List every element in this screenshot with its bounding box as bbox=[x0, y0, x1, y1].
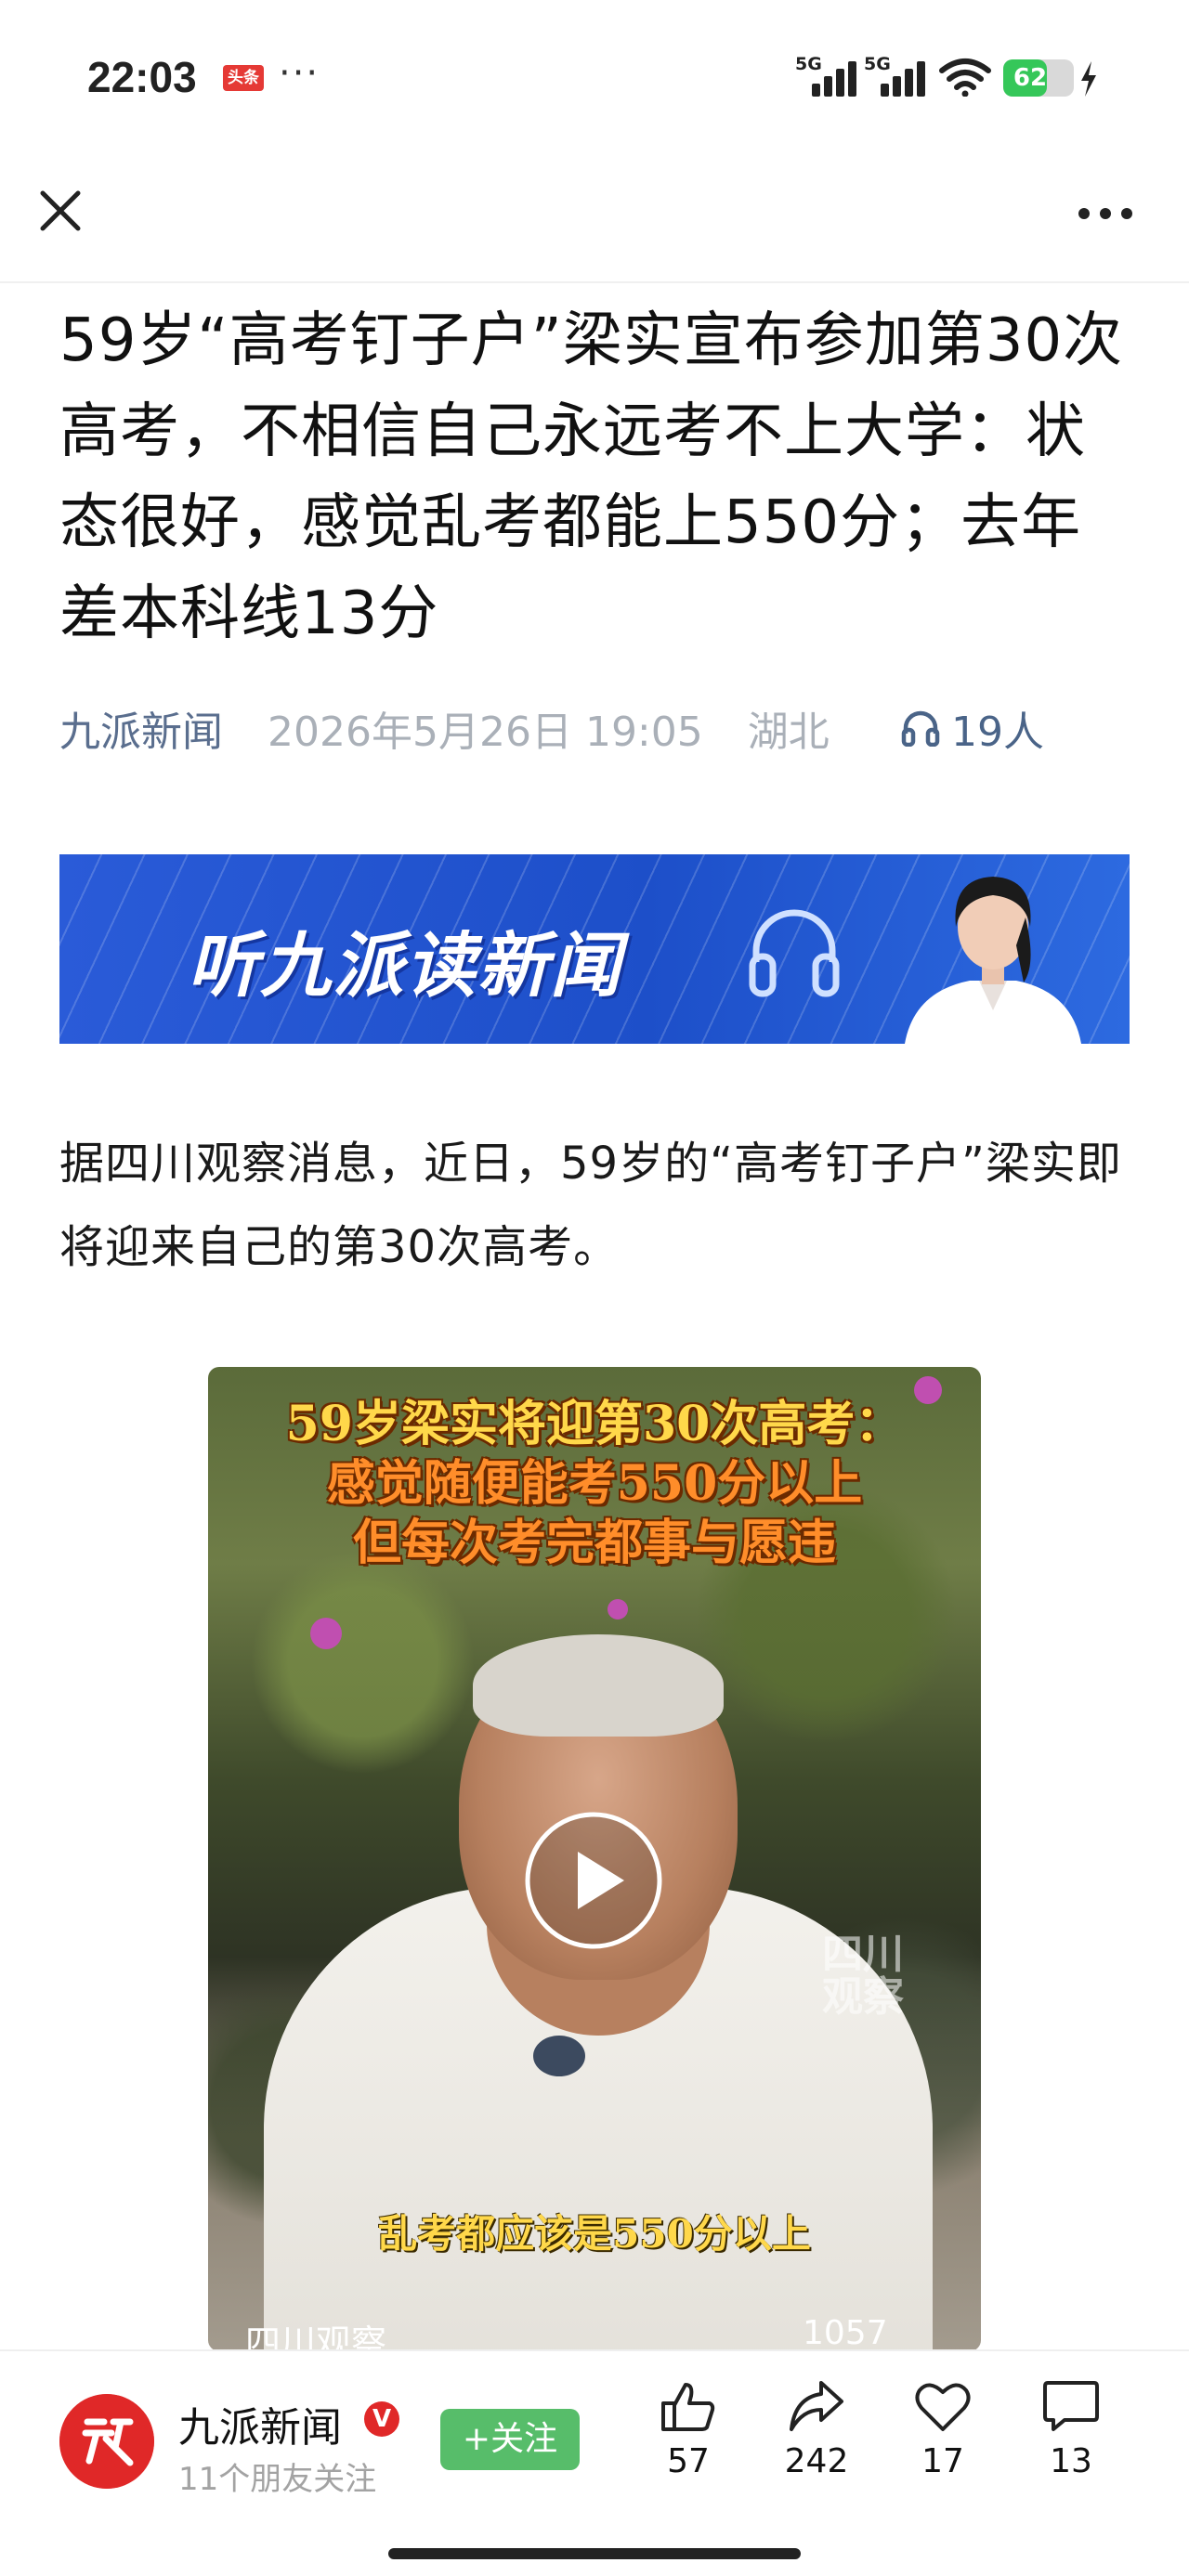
article-paragraph: 据四川观察消息，近日，59岁的“高考钉子户”梁实即将迎来自己的第30次高考。 bbox=[59, 1138, 1122, 1273]
thumbs-up-icon bbox=[661, 2383, 715, 2431]
account-name[interactable]: 九派新闻 bbox=[178, 2394, 342, 2453]
battery-level: 62 bbox=[1013, 64, 1048, 92]
close-icon[interactable] bbox=[35, 186, 85, 236]
heart-icon bbox=[915, 2383, 971, 2431]
home-indicator[interactable] bbox=[388, 2548, 801, 2559]
article-location: 湖北 bbox=[747, 709, 830, 756]
banner-title: 听九派读新闻 bbox=[188, 924, 622, 1007]
like-count: 57 bbox=[667, 2442, 710, 2480]
headphones-icon bbox=[749, 909, 840, 997]
toutiao-notification-icon: 头条 bbox=[223, 65, 264, 91]
verified-badge-icon: V bbox=[364, 2401, 399, 2437]
signal-5g-icon: 5G bbox=[864, 54, 929, 97]
share-icon bbox=[790, 2381, 843, 2431]
signal-5g-icon: 5G bbox=[795, 54, 860, 97]
article-datetime: 2026年5月26日 19:05 bbox=[268, 709, 703, 756]
share-count: 242 bbox=[784, 2442, 849, 2480]
battery-icon: 62 bbox=[1003, 59, 1074, 97]
video-source: 四川观察 bbox=[245, 2322, 387, 2351]
video-likes: 1057 bbox=[803, 2314, 888, 2351]
listen-news-banner[interactable]: 听九派读新闻 bbox=[59, 854, 1130, 1044]
follow-button[interactable]: +关注 bbox=[440, 2409, 580, 2470]
account-friends: 11个朋友关注 bbox=[178, 2461, 377, 2498]
wifi-icon bbox=[939, 59, 991, 97]
favorite-count: 17 bbox=[921, 2442, 964, 2480]
status-time: 22:03 bbox=[87, 53, 197, 101]
listeners-label: 19人 bbox=[951, 709, 1044, 756]
more-dots-icon[interactable] bbox=[1073, 195, 1138, 232]
headphones-icon bbox=[901, 710, 940, 747]
article-meta: 九派新闻 2026年5月26日 19:05 湖北 bbox=[59, 698, 861, 756]
article-source[interactable]: 九派新闻 bbox=[59, 709, 223, 756]
more-notifications-icon: ··· bbox=[279, 52, 320, 95]
comment-icon bbox=[1043, 2381, 1099, 2431]
embedded-video[interactable]: 59岁梁实将迎第30次高考： 感觉随便能考550分以上 但每次考完都事与愿违 四… bbox=[208, 1367, 981, 2351]
comment-count: 13 bbox=[1050, 2442, 1092, 2480]
video-caption: 59岁梁实将迎第30次高考： 感觉随便能考550分以上 但每次考完都事与愿违 bbox=[285, 1396, 904, 1571]
status-bar: 22:03 头条 ··· 5G 5G 62 bbox=[0, 0, 1189, 158]
article-headline: 59岁“高考钉子户”梁实宣布参加第30次高考，不相信自己永远考不上大学：状态很好… bbox=[59, 306, 1124, 648]
listen-count[interactable]: 19人 bbox=[901, 698, 1044, 758]
avatar[interactable] bbox=[59, 2394, 154, 2489]
lapel-mic bbox=[533, 2036, 585, 2076]
news-anchor-image bbox=[905, 877, 1081, 1044]
like-button[interactable]: 57 bbox=[637, 2379, 739, 2480]
play-icon[interactable] bbox=[524, 1811, 663, 1950]
video-watermark: 四川观察 bbox=[822, 1931, 904, 2021]
video-subtitle: 乱考都应该是550分以上 bbox=[378, 2211, 811, 2257]
charging-icon bbox=[1081, 61, 1096, 97]
comment-button[interactable]: 13 bbox=[1020, 2379, 1122, 2480]
favorite-button[interactable]: 17 bbox=[892, 2379, 994, 2480]
share-button[interactable]: 242 bbox=[765, 2379, 868, 2480]
toolbar-divider bbox=[0, 281, 1189, 283]
bottom-bar: 九派新闻 V 11个朋友关注 +关注 57 242 17 13 bbox=[0, 2349, 1189, 2576]
